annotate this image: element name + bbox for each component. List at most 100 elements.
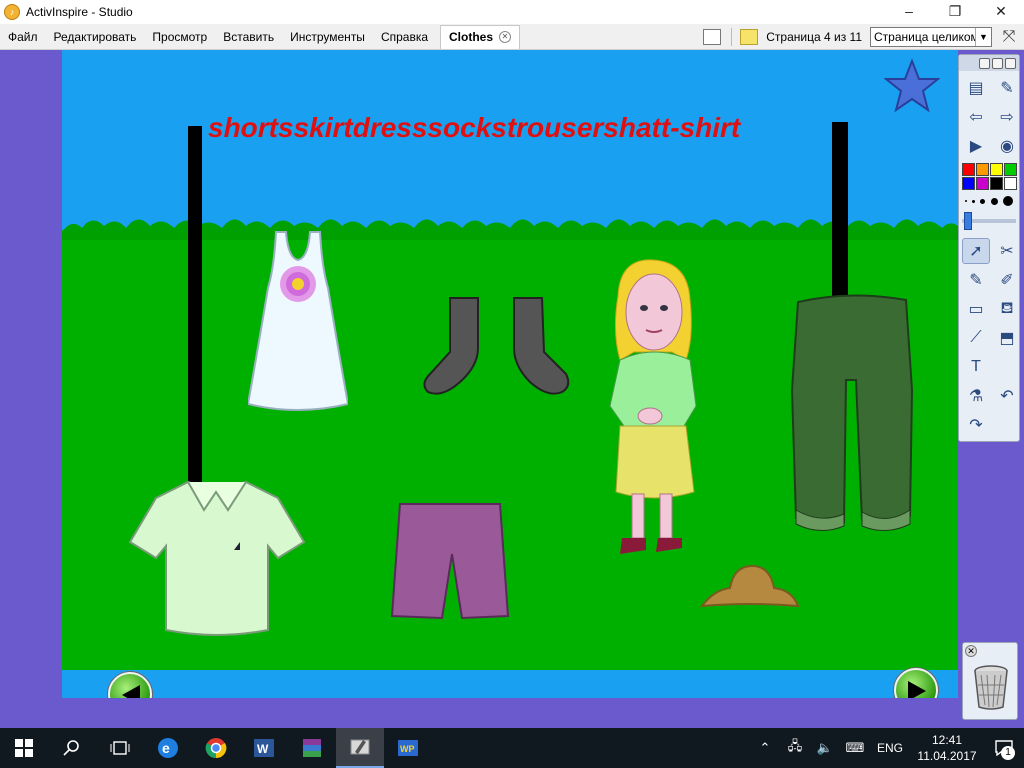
pen-width-slider[interactable]	[962, 212, 1016, 230]
minimize-button[interactable]: –	[886, 0, 932, 24]
taskbar-edge[interactable]: e	[144, 728, 192, 768]
menu-view[interactable]: Просмотр	[144, 24, 215, 50]
input-language[interactable]: ENG	[870, 741, 910, 755]
pen-width-3[interactable]	[980, 198, 986, 204]
window-title: ActivInspire - Studio	[26, 5, 133, 19]
page-notes-icon[interactable]	[740, 29, 759, 45]
next-page-tool-icon[interactable]: ⇨	[993, 104, 1021, 130]
clothesline-post-left	[188, 126, 202, 496]
taskbar-chrome[interactable]	[192, 728, 240, 768]
action-center-button[interactable]: 1	[984, 728, 1024, 768]
girl-image[interactable]	[598, 256, 708, 560]
tool-settings-icon[interactable]: ✎	[993, 75, 1021, 101]
toolbox-menu-icon[interactable]	[979, 57, 990, 69]
toolbox-top-tools: ▤ ✎ ⇦ ⇨ ▶ ◉	[959, 71, 1019, 159]
activinspire-taskbar-icon	[350, 739, 370, 755]
socks-image[interactable]	[420, 294, 572, 400]
clothesline-post-right	[832, 122, 848, 308]
page-controls: Страница 4 из 11 Страница целиком ▼ ⤧	[703, 24, 1024, 50]
notification-count-badge: 1	[1001, 746, 1015, 760]
pen-width-1[interactable]	[964, 200, 967, 202]
trash-bin-icon[interactable]	[973, 665, 1009, 711]
flipchart-canvas[interactable]: shortsskirtdresssockstrousershatt-shirt	[62, 50, 958, 698]
task-view-icon	[110, 741, 130, 755]
taskbar-word[interactable]: W	[240, 728, 288, 768]
color-swatch-magenta[interactable]	[976, 177, 989, 190]
redo-icon[interactable]: ↷	[962, 412, 990, 438]
tools-icon[interactable]: ✂	[993, 238, 1021, 264]
color-swatch-red[interactable]	[962, 163, 975, 176]
previous-page-tool-icon[interactable]: ⇦	[962, 104, 990, 130]
close-button[interactable]: ✕	[978, 0, 1024, 24]
network-icon[interactable]: 🖧	[780, 737, 810, 759]
pen-width-2[interactable]	[972, 199, 976, 203]
svg-text:WP: WP	[400, 744, 415, 754]
clock[interactable]: 12:41 11.04.2017	[910, 732, 984, 764]
toolbox-pin-icon[interactable]	[1005, 57, 1016, 69]
word-app-icon: W	[254, 739, 274, 757]
archive-app-icon	[303, 739, 321, 757]
desktop-annotate-icon[interactable]: ◉	[993, 133, 1021, 159]
color-swatch-white[interactable]	[1004, 177, 1017, 190]
taskbar-winrar[interactable]	[288, 728, 336, 768]
taskbar-activinspire[interactable]	[336, 728, 384, 768]
keyboard-icon[interactable]: ⌨	[840, 740, 870, 756]
hat-image[interactable]	[700, 564, 800, 610]
dress-image[interactable]	[248, 228, 348, 412]
t-shirt-image[interactable]	[128, 476, 306, 638]
show-hidden-icons-icon[interactable]: ⌃	[750, 740, 780, 756]
maximize-button[interactable]: ❐	[932, 0, 978, 24]
trousers-image[interactable]	[790, 290, 914, 538]
menu-file[interactable]: Файл	[0, 24, 46, 50]
connector-icon[interactable]: ⟋	[962, 325, 990, 351]
tab-close-icon[interactable]: ✕	[499, 31, 512, 43]
menu-edit[interactable]: Редактировать	[46, 24, 145, 50]
text-tool-icon[interactable]: T	[962, 354, 990, 380]
select-arrow-icon[interactable]: ➚	[962, 238, 990, 264]
pen-width-presets	[959, 194, 1019, 208]
taskbar-wordpad[interactable]: WP	[384, 728, 432, 768]
placeholder-tool-icon	[993, 354, 1021, 380]
main-toolbox: ▤ ✎ ⇦ ⇨ ▶ ◉ ➚ ✂ ✎ ✐ ▭ ⛾ ⟋ ⬒ T ⚗ ↶ ↷	[958, 54, 1020, 442]
tab-clothes[interactable]: Clothes ✕	[440, 24, 521, 49]
chevron-down-icon[interactable]: ▼	[975, 28, 991, 46]
color-swatch-blue[interactable]	[962, 177, 975, 190]
menu-bar: Файл Редактировать Просмотр Вставить Инс…	[0, 24, 1024, 50]
volume-icon[interactable]: 🔈	[810, 740, 840, 756]
toolbox-collapse-icon[interactable]	[992, 57, 1003, 69]
color-swatch-black[interactable]	[990, 177, 1003, 190]
menu-tools[interactable]: Инструменты	[282, 24, 373, 50]
color-swatch-green[interactable]	[1004, 163, 1017, 176]
fill-icon[interactable]: ⛾	[993, 296, 1021, 322]
start-button[interactable]	[0, 728, 48, 768]
activinspire-app-icon: ♪	[4, 4, 20, 20]
arrow-right-icon	[908, 681, 926, 698]
fullscreen-icon[interactable]: ⤧	[998, 28, 1020, 46]
eraser-icon[interactable]: ▭	[962, 296, 990, 322]
search-button[interactable]	[48, 728, 96, 768]
undo-icon[interactable]: ↶	[993, 383, 1021, 409]
highlighter-icon[interactable]: ✐	[993, 267, 1021, 293]
slider-thumb[interactable]	[964, 212, 972, 230]
pen-width-5[interactable]	[1003, 196, 1014, 206]
zoom-select[interactable]: Страница целиком ▼	[870, 27, 992, 47]
page-browser-tool-icon[interactable]: ▤	[962, 75, 990, 101]
clothes-word-bar[interactable]: shortsskirtdresssockstrousershatt-shirt	[208, 112, 740, 144]
svg-text:e: e	[162, 740, 170, 756]
pen-width-4[interactable]	[990, 197, 998, 205]
play-icon[interactable]: ▶	[962, 133, 990, 159]
page-browser-icon[interactable]	[703, 29, 722, 45]
shape-icon[interactable]: ⬒	[993, 325, 1021, 351]
menu-insert[interactable]: Вставить	[215, 24, 282, 50]
star-icon[interactable]	[884, 58, 940, 114]
color-swatch-orange[interactable]	[976, 163, 989, 176]
menu-help[interactable]: Справка	[373, 24, 436, 50]
task-view-button[interactable]	[96, 728, 144, 768]
color-swatch-yellow[interactable]	[990, 163, 1003, 176]
shorts-image[interactable]	[390, 500, 514, 622]
clear-icon[interactable]: ⚗	[962, 383, 990, 409]
windows-logo-icon	[15, 739, 33, 757]
clock-time: 12:41	[931, 733, 963, 747]
trash-close-icon[interactable]: ✕	[965, 645, 977, 657]
pen-icon[interactable]: ✎	[962, 267, 990, 293]
